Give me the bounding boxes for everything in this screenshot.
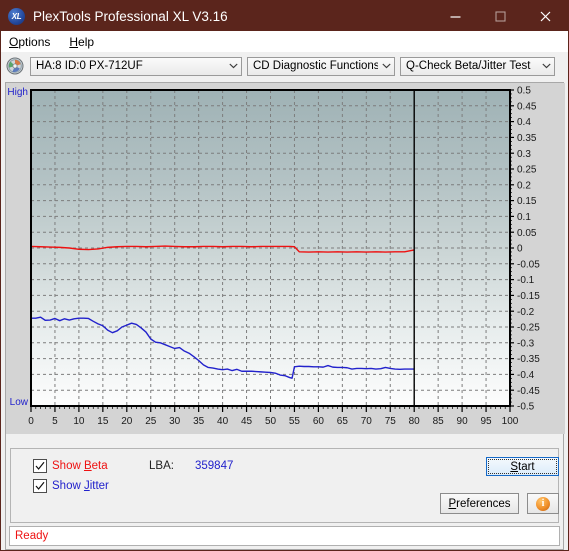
- x-tick-label: 75: [385, 416, 397, 427]
- test-select-value: Q-Check Beta/Jitter Test: [406, 60, 531, 72]
- show-jitter-label: Show Jitter: [52, 480, 109, 492]
- x-tick-label: 5: [52, 416, 58, 427]
- lba-label: LBA:: [149, 460, 174, 472]
- app-icon: XL: [8, 7, 25, 25]
- y-tick-label: -0.4: [517, 370, 535, 381]
- x-tick-label: 20: [121, 416, 133, 427]
- function-select[interactable]: CD Diagnostic Functions: [247, 56, 395, 76]
- y-tick-label: 0.05: [517, 228, 537, 239]
- show-beta-checkbox[interactable]: Show Beta: [33, 459, 108, 473]
- application-window: XL PlexTools Professional XL V3.16 Optio…: [0, 0, 569, 551]
- chevron-down-icon: [538, 63, 554, 69]
- x-tick-label: 60: [313, 416, 325, 427]
- menu-bar: Options Help: [1, 31, 568, 52]
- controls-group: Show Beta Show Jitter LBA: 359847 Start …: [10, 448, 559, 523]
- y-tick-label: -0.45: [517, 386, 540, 397]
- x-tick-label: 45: [241, 416, 253, 427]
- menu-item-help[interactable]: Help: [67, 33, 103, 51]
- window-title: PlexTools Professional XL V3.16: [33, 8, 228, 24]
- drive-select-value: HA:8 ID:0 PX-712UF: [36, 60, 143, 72]
- status-text: Ready: [15, 530, 49, 542]
- x-tick-label: 70: [361, 416, 373, 427]
- y-tick-label: 0.35: [517, 133, 537, 144]
- chart-svg: 0.5 0.45 0.4 0.35 0.3 0.25 0.2 0.15 0.1 0.05 0 -0.0…: [6, 83, 565, 434]
- y-tick-label: -0.05: [517, 259, 540, 270]
- x-tick-label: 35: [193, 416, 205, 427]
- test-select[interactable]: Q-Check Beta/Jitter Test: [400, 56, 555, 76]
- start-button[interactable]: Start: [486, 457, 559, 476]
- function-select-value: CD Diagnostic Functions: [253, 60, 378, 72]
- x-tick-label: 65: [337, 416, 349, 427]
- x-tick-label: 15: [97, 416, 109, 427]
- chevron-down-icon: [378, 63, 394, 69]
- y-tick-label: 0.15: [517, 196, 537, 207]
- x-tick-label: 55: [289, 416, 301, 427]
- x-tick-label: 50: [265, 416, 277, 427]
- y-tick-label: 0.5: [517, 86, 531, 97]
- menu-item-options[interactable]: Options: [7, 33, 59, 51]
- x-tick-label: 30: [169, 416, 181, 427]
- axis-low-label: Low: [10, 397, 29, 408]
- beta-jitter-chart: 0.5 0.45 0.4 0.35 0.3 0.25 0.2 0.15 0.1 0.05 0 -0.0…: [6, 83, 565, 434]
- x-tick-label: 80: [409, 416, 421, 427]
- y-tick-label: 0.4: [517, 117, 531, 128]
- x-tick-label: 25: [145, 416, 157, 427]
- y-tick-label: 0.3: [517, 149, 531, 160]
- lba-value: 359847: [195, 460, 234, 472]
- minimize-icon[interactable]: [433, 1, 478, 31]
- preferences-button[interactable]: Preferences: [440, 493, 519, 514]
- x-tick-label: 100: [502, 416, 519, 427]
- window-controls: [433, 1, 568, 31]
- y-tick-label: 0.2: [517, 180, 531, 191]
- chevron-down-icon: [225, 63, 241, 69]
- x-tick-label: 85: [433, 416, 445, 427]
- checkbox-box: [33, 479, 47, 493]
- show-beta-label: Show Beta: [52, 460, 108, 472]
- main-panel: 0.5 0.45 0.4 0.35 0.3 0.25 0.2 0.15 0.1 0.05 0 -0.0…: [5, 82, 565, 550]
- x-tick-label: 0: [28, 416, 34, 427]
- drive-select[interactable]: HA:8 ID:0 PX-712UF: [30, 56, 242, 76]
- y-tick-label: -0.1: [517, 275, 535, 286]
- y-tick-label: -0.15: [517, 291, 540, 302]
- checkbox-box: [33, 459, 47, 473]
- close-icon[interactable]: [523, 1, 568, 31]
- y-tick-label: 0.25: [517, 165, 537, 176]
- info-icon: i: [536, 496, 550, 511]
- maximize-icon[interactable]: [478, 1, 523, 31]
- toolbar: HA:8 ID:0 PX-712UF CD Diagnostic Functio…: [1, 52, 568, 80]
- y-tick-label: -0.5: [517, 402, 535, 413]
- y-tick-label: 0.45: [517, 101, 537, 112]
- y-tick-label: 0: [517, 244, 523, 255]
- title-bar: XL PlexTools Professional XL V3.16: [1, 1, 568, 31]
- preferences-button-label: Preferences: [448, 497, 511, 510]
- show-jitter-checkbox[interactable]: Show Jitter: [33, 479, 109, 493]
- status-bar: Ready: [9, 526, 560, 546]
- x-tick-label: 40: [217, 416, 229, 427]
- cd-disc-icon: [6, 57, 24, 75]
- y-tick-label: -0.25: [517, 323, 540, 334]
- y-tick-label: -0.35: [517, 354, 540, 365]
- info-button[interactable]: i: [527, 493, 559, 514]
- x-tick-label: 10: [73, 416, 85, 427]
- focus-rect: [488, 459, 557, 474]
- y-tick-label: -0.3: [517, 338, 535, 349]
- x-tick-label: 95: [480, 416, 492, 427]
- y-tick-label: -0.2: [517, 307, 535, 318]
- x-tick-label: 90: [457, 416, 469, 427]
- axis-high-label: High: [7, 87, 28, 98]
- y-tick-label: 0.1: [517, 212, 531, 223]
